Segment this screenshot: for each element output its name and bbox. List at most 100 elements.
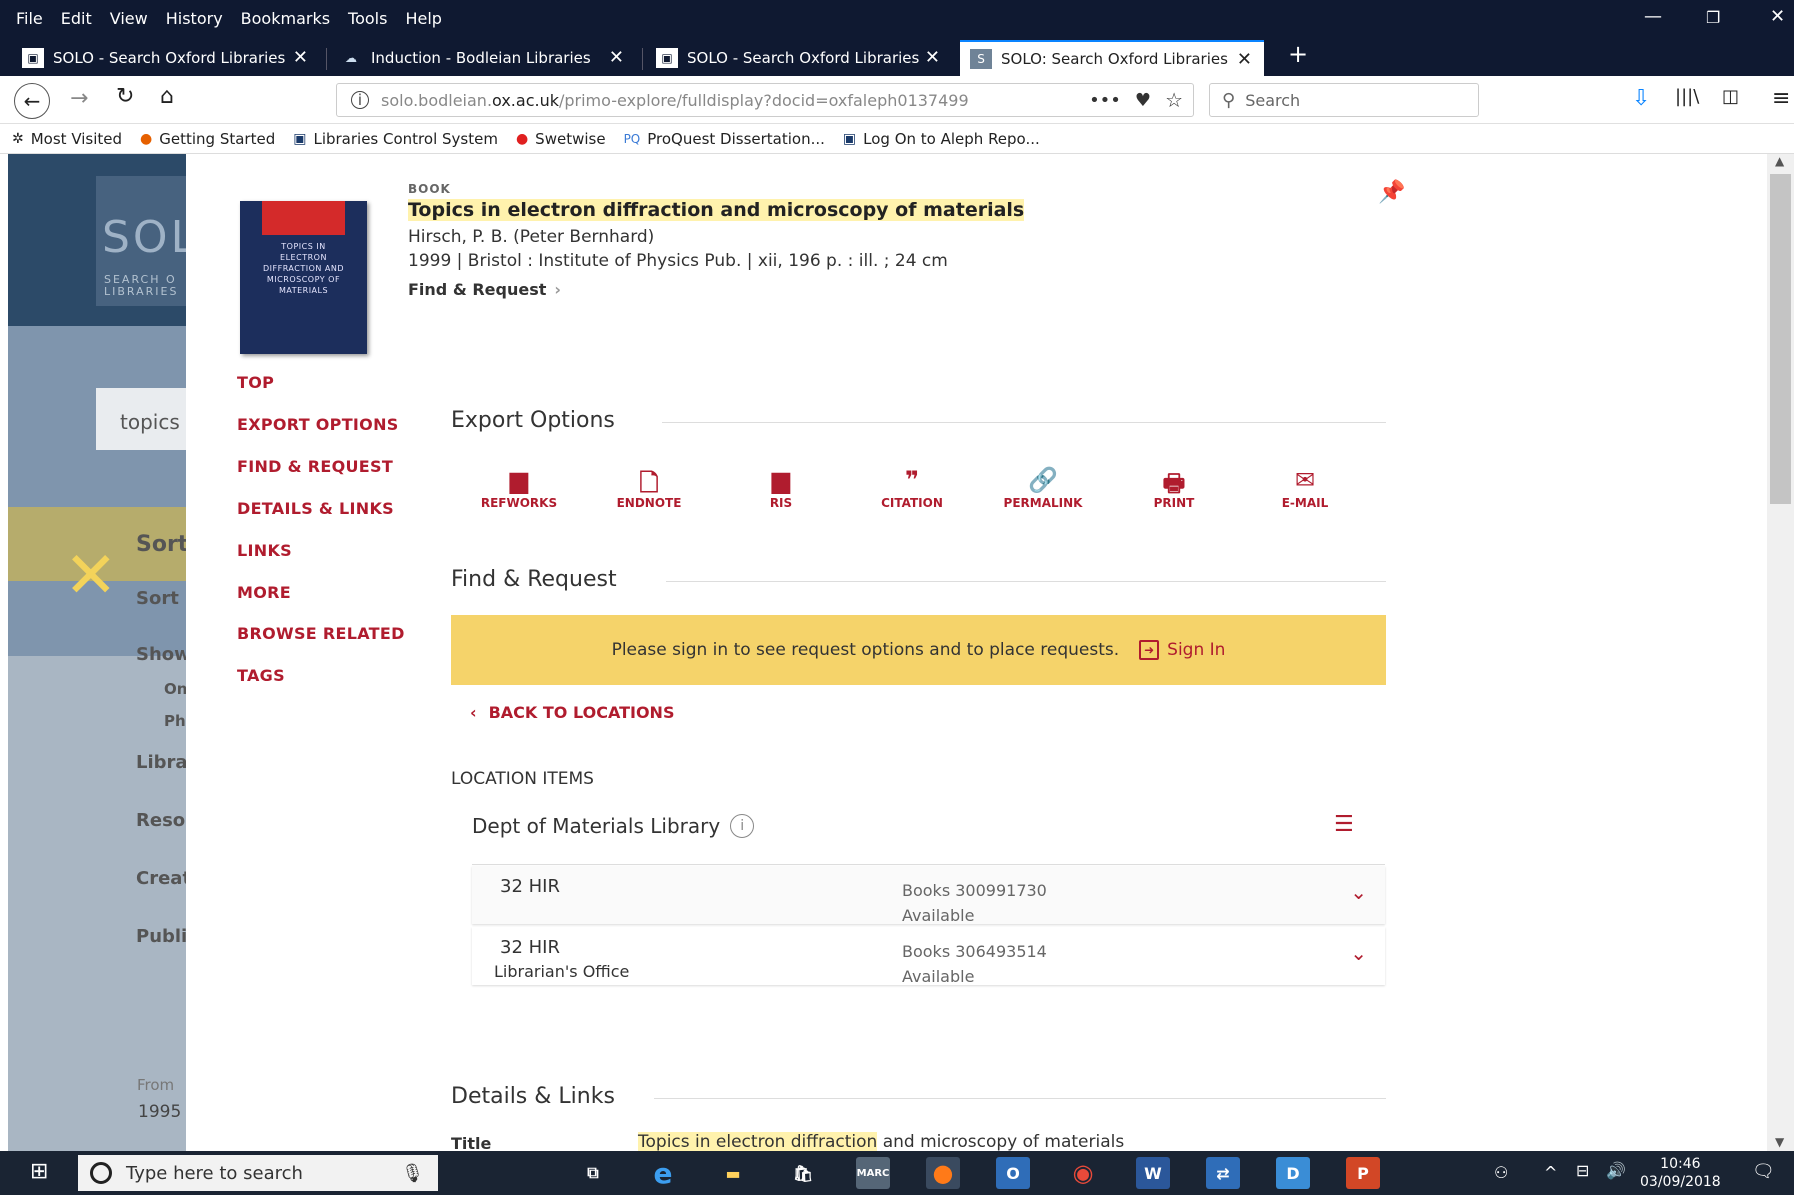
menu-tools[interactable]: Tools xyxy=(339,9,396,28)
nav-more[interactable]: MORE xyxy=(237,583,291,602)
export-print[interactable]: 🖶 PRINT xyxy=(1124,466,1224,510)
filter-list-icon[interactable]: ☰ xyxy=(1334,812,1354,837)
minimize-icon[interactable]: — xyxy=(1644,6,1662,27)
star-icon[interactable]: ☆ xyxy=(1165,88,1183,112)
export-permalink[interactable]: 🔗 PERMALINK xyxy=(993,466,1093,510)
record-author[interactable]: Hirsch, P. B. (Peter Bernhard) xyxy=(408,227,654,247)
browser-search-input[interactable]: ⚲ Search xyxy=(1209,83,1479,117)
store-icon[interactable]: 🛍 xyxy=(786,1157,820,1189)
book-cover[interactable]: TOPICS IN ELECTRON DIFFRACTION AND MICRO… xyxy=(240,201,367,354)
close-window-icon[interactable]: ✕ xyxy=(1770,6,1785,27)
chevron-down-icon[interactable]: ⌄ xyxy=(1350,880,1367,904)
export-citation[interactable]: ❞ CITATION xyxy=(862,466,962,510)
bookmark-libraries-control[interactable]: ▣ Libraries Control System xyxy=(293,130,498,148)
sidebar-search-input[interactable]: topics xyxy=(96,388,188,450)
chevron-up-icon[interactable]: ^ xyxy=(1544,1163,1557,1182)
record-title[interactable]: Topics in electron diffraction and micro… xyxy=(408,199,1025,221)
remote-icon[interactable]: ⇄ xyxy=(1206,1157,1240,1189)
nav-links[interactable]: LINKS xyxy=(237,541,292,560)
export-email[interactable]: ✉ E-MAIL xyxy=(1255,466,1355,510)
people-icon[interactable]: ⚇ xyxy=(1494,1163,1508,1182)
outlook-icon[interactable]: O xyxy=(996,1157,1030,1189)
export-refworks[interactable]: ▆ REFWORKS xyxy=(469,466,569,510)
taskbar-clock[interactable]: 10:46 03/09/2018 xyxy=(1640,1155,1721,1191)
taskbar-search-input[interactable]: Type here to search 🎙 xyxy=(78,1155,438,1191)
bookmark-aleph[interactable]: ▣ Log On to Aleph Repo... xyxy=(843,130,1040,148)
pocket-icon[interactable]: ♥ xyxy=(1135,90,1151,111)
new-tab-icon[interactable]: + xyxy=(1288,40,1308,68)
sidebar-creator-facet[interactable]: Creat xyxy=(136,868,191,889)
tab-solo-active[interactable]: S SOLO: Search Oxford Libraries ✕ xyxy=(960,40,1264,76)
nav-top[interactable]: TOP xyxy=(237,373,274,392)
url-bar[interactable]: i solo.bodleian. ox.ac.uk/primo-explore/f… xyxy=(336,83,1194,117)
export-ris[interactable]: ▆ RIS xyxy=(731,466,831,510)
library-icon[interactable]: |||\ xyxy=(1675,86,1699,107)
bookmark-proquest[interactable]: PQ ProQuest Dissertation... xyxy=(624,130,825,148)
tab-solo-1[interactable]: ▣ SOLO - Search Oxford Libraries ✕ xyxy=(12,40,320,76)
sidebar-icon[interactable]: ◫ xyxy=(1722,86,1739,107)
tab-solo-2[interactable]: ▣ SOLO - Search Oxford Libraries ✕ xyxy=(646,40,952,76)
vertical-scrollbar[interactable]: ▲ ▼ xyxy=(1767,154,1794,1151)
word-icon[interactable]: W xyxy=(1136,1157,1170,1189)
notifications-icon[interactable]: 🗨 xyxy=(1752,1161,1775,1182)
menu-edit[interactable]: Edit xyxy=(52,9,101,28)
forward-button[interactable]: → xyxy=(70,86,88,111)
nav-details-links[interactable]: DETAILS & LINKS xyxy=(237,499,394,518)
find-request-link[interactable]: Find & Request › xyxy=(408,280,561,299)
tab-close-icon[interactable]: ✕ xyxy=(1237,49,1252,70)
location-item[interactable]: 32 HIR Librarian's Office Books 30649351… xyxy=(472,927,1385,986)
reload-icon[interactable]: ↻ xyxy=(116,84,134,109)
app-icon[interactable]: D xyxy=(1276,1157,1310,1189)
chrome-icon[interactable]: ◉ xyxy=(1066,1157,1100,1189)
download-icon[interactable]: ⇩ xyxy=(1632,86,1650,111)
marc-icon[interactable]: MARC xyxy=(856,1157,890,1189)
tab-induction[interactable]: ☁ Induction - Bodleian Libraries ✕ xyxy=(330,40,636,76)
firefox-icon[interactable]: ● xyxy=(926,1157,960,1189)
export-endnote[interactable]: 🗋 ENDNOTE xyxy=(599,466,699,510)
nav-find-request[interactable]: FIND & REQUEST xyxy=(237,457,393,476)
file-explorer-icon[interactable]: ▬ xyxy=(716,1157,750,1189)
menu-view[interactable]: View xyxy=(101,9,157,28)
back-to-locations-button[interactable]: ‹ BACK TO LOCATIONS xyxy=(470,703,674,722)
menu-bookmarks[interactable]: Bookmarks xyxy=(232,9,339,28)
restore-icon[interactable]: ❐ xyxy=(1706,8,1720,27)
powerpoint-icon[interactable]: P xyxy=(1346,1157,1380,1189)
menu-help[interactable]: Help xyxy=(396,9,450,28)
edge-icon[interactable]: e xyxy=(646,1157,680,1190)
back-button[interactable]: ← xyxy=(14,83,50,119)
menu-file[interactable]: File xyxy=(0,9,52,28)
scroll-thumb[interactable] xyxy=(1770,174,1791,504)
sidebar-resource-facet[interactable]: Reso xyxy=(136,810,185,831)
nav-tags[interactable]: TAGS xyxy=(237,666,285,685)
sidebar-publication-facet[interactable]: Publi xyxy=(136,926,187,947)
signin-button[interactable]: ➜ Sign In xyxy=(1139,640,1225,660)
nav-export-options[interactable]: EXPORT OPTIONS xyxy=(237,415,399,434)
tab-close-icon[interactable]: ✕ xyxy=(925,47,940,68)
close-icon[interactable]: ✕ xyxy=(64,544,118,608)
menu-history[interactable]: History xyxy=(157,9,232,28)
volume-icon[interactable]: 🔊 xyxy=(1606,1161,1626,1180)
microphone-icon[interactable]: 🎙 xyxy=(401,1163,424,1184)
sidebar-library-facet[interactable]: Libra xyxy=(136,752,188,773)
from-year[interactable]: 1995 xyxy=(138,1102,181,1122)
more-icon[interactable]: ••• xyxy=(1089,90,1121,111)
bookmark-most-visited[interactable]: ✲ Most Visited xyxy=(12,130,122,148)
tab-close-icon[interactable]: ✕ xyxy=(609,47,624,68)
bookmark-swetwise[interactable]: ● Swetwise xyxy=(516,130,606,148)
bookmark-getting-started[interactable]: ● Getting Started xyxy=(140,130,275,148)
pin-icon[interactable]: 📌 xyxy=(1378,180,1405,205)
hamburger-icon[interactable]: ≡ xyxy=(1772,86,1790,111)
home-icon[interactable]: ⌂ xyxy=(160,84,174,109)
windows-start-icon[interactable]: ⊞ xyxy=(30,1159,48,1184)
scroll-up-icon[interactable]: ▲ xyxy=(1775,154,1784,168)
info-icon[interactable]: i xyxy=(730,814,755,838)
location-item[interactable]: 32 HIR Books 300991730 Available ⌄ xyxy=(472,866,1385,925)
chevron-down-icon[interactable]: ⌄ xyxy=(1350,941,1367,965)
nav-browse-related[interactable]: BROWSE RELATED xyxy=(237,624,405,643)
info-icon[interactable]: i xyxy=(351,91,369,109)
scroll-down-icon[interactable]: ▼ xyxy=(1775,1135,1784,1149)
network-icon[interactable]: ⊟ xyxy=(1576,1161,1589,1180)
tab-close-icon[interactable]: ✕ xyxy=(293,47,308,68)
task-view-icon[interactable]: ⧉ xyxy=(576,1157,610,1189)
sidebar-filter-physical[interactable]: Ph xyxy=(164,712,186,730)
